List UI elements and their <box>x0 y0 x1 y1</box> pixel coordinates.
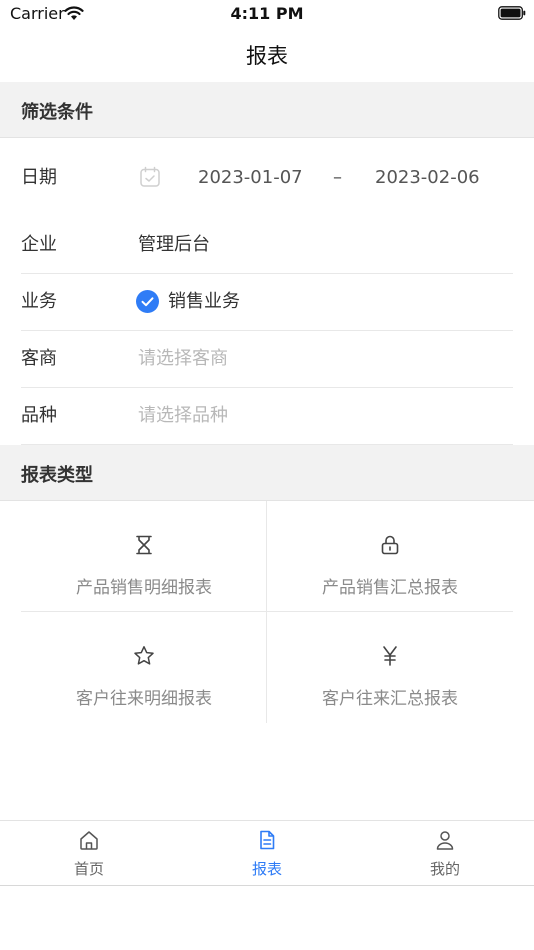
tab-label: 我的 <box>429 860 460 878</box>
report-grid: 产品销售明细报表 产品销售汇总报表 客户往来明细报表 客户往来汇总报表 <box>21 501 513 723</box>
company-label: 企业 <box>21 234 57 255</box>
user-icon <box>436 831 454 850</box>
tab-label: 首页 <box>73 860 104 878</box>
lock-icon <box>381 535 399 555</box>
company-row[interactable]: 企业 管理后台 <box>21 216 513 274</box>
end-date-field[interactable]: 2023-02-06 <box>375 149 480 206</box>
report-section-title: 报表类型 <box>21 465 93 486</box>
business-row: 业务 销售业务 <box>21 273 513 331</box>
date-row: 日期 2023-01-07 – 2023-02-06 <box>21 149 513 206</box>
checkbox-checked-icon[interactable] <box>136 290 159 313</box>
star-icon <box>134 646 154 665</box>
report-label: 客户往来明细报表 <box>76 689 212 709</box>
battery-icon <box>498 6 526 20</box>
filter-section-title: 筛选条件 <box>21 102 93 123</box>
variety-select[interactable]: 请选择品种 <box>138 387 228 444</box>
hourglass-icon <box>136 535 152 555</box>
customer-row[interactable]: 客商 请选择客商 <box>21 330 513 388</box>
report-label: 产品销售汇总报表 <box>322 578 458 598</box>
business-label: 业务 <box>21 291 57 312</box>
tab-profile[interactable]: 我的 <box>356 821 534 885</box>
report-product-sales-summary[interactable]: 产品销售汇总报表 <box>267 501 513 612</box>
report-customer-account-summary[interactable]: 客户往来汇总报表 <box>267 612 513 723</box>
tab-home[interactable]: 首页 <box>0 821 178 885</box>
variety-row[interactable]: 品种 请选择品种 <box>21 387 513 445</box>
filter-section-header: 筛选条件 <box>0 82 534 138</box>
status-bar: Carrier 4:11 PM <box>0 0 534 28</box>
variety-label: 品种 <box>21 405 57 426</box>
start-date-field[interactable]: 2023-01-07 <box>198 149 303 206</box>
page-title: 报表 <box>246 44 288 68</box>
home-icon <box>80 831 98 850</box>
report-product-sales-detail[interactable]: 产品销售明细报表 <box>21 501 267 612</box>
navigation-bar: 报表 <box>0 28 534 82</box>
report-label: 客户往来汇总报表 <box>322 689 458 709</box>
company-value: 管理后台 <box>138 234 210 255</box>
customer-label: 客商 <box>21 348 57 369</box>
calendar-icon[interactable] <box>139 166 161 188</box>
sales-business-option[interactable]: 销售业务 <box>168 273 240 330</box>
tab-label: 报表 <box>251 860 282 878</box>
document-icon <box>260 830 275 850</box>
tab-bar: 首页 报表 我的 <box>0 820 534 886</box>
status-time: 4:11 PM <box>230 4 304 23</box>
report-customer-account-detail[interactable]: 客户往来明细报表 <box>21 612 267 723</box>
tab-reports[interactable]: 报表 <box>178 821 356 885</box>
report-label: 产品销售明细报表 <box>76 578 212 598</box>
report-section-header: 报表类型 <box>0 445 534 501</box>
date-separator: – <box>333 167 342 188</box>
date-label: 日期 <box>21 167 57 188</box>
yen-icon <box>383 646 397 666</box>
customer-select[interactable]: 请选择客商 <box>138 330 228 387</box>
